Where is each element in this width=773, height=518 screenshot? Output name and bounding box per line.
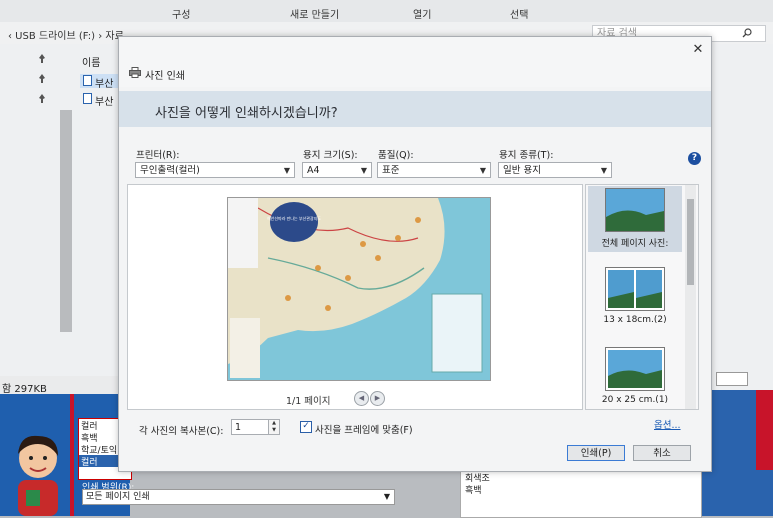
layout-13x18[interactable]: 13 x 18cm.(2) [592, 267, 678, 329]
explorer-ribbon: 구성 새로 만들기 열기 선택 [0, 0, 773, 22]
list-item[interactable]: 부산 [80, 74, 120, 90]
print-button[interactable]: 인쇄(P) [567, 445, 625, 461]
printer-label: 프린터(R): [136, 150, 180, 161]
fit-frame-label[interactable]: 사진을 프레임에 맞춤(F) [315, 422, 413, 436]
chevron-down-icon: ▼ [383, 492, 390, 501]
pin-icon [39, 94, 45, 103]
dialog-titlebar: ✕ 사진 인쇄 [119, 37, 711, 87]
layout-caption: 전체 페이지 사진: [601, 239, 669, 249]
ribbon-organize[interactable]: 구성 [172, 6, 190, 21]
printer-icon [129, 67, 141, 78]
stepper-down-icon[interactable]: ▼ [269, 427, 279, 434]
pin-icon [39, 74, 45, 83]
list-item[interactable]: 흑백 [461, 483, 701, 496]
stepper-up-icon[interactable]: ▲ [269, 420, 279, 427]
ribbon-new[interactable]: 새로 만들기 [290, 6, 339, 21]
printer-select[interactable]: 무인출력(컬러) ▼ [135, 162, 295, 178]
paper-size-select[interactable]: A4 ▼ [302, 162, 372, 178]
print-range-select[interactable]: 모든 페이지 인쇄 ▼ [82, 489, 395, 505]
character-illustration [18, 435, 58, 516]
search-icon[interactable] [742, 28, 752, 38]
scrollbar-thumb[interactable] [687, 199, 694, 285]
cancel-button[interactable]: 취소 [633, 445, 691, 461]
layout-full-page[interactable]: 전체 페이지 사진: [592, 188, 678, 252]
layout-thumbnail [605, 347, 665, 391]
preview-map-image: 해안선따라 만나는 부산관광지도 [227, 197, 491, 381]
help-icon[interactable]: ? [688, 152, 701, 165]
status-bar: 함 297KB [0, 376, 120, 395]
quality-select[interactable]: 표준 ▼ [377, 162, 491, 178]
list-item[interactable]: 회색조 [461, 471, 701, 484]
paper-size-label: 용지 크기(S): [303, 150, 358, 161]
status-size: 함 297KB [2, 384, 47, 395]
layout-thumbnail [605, 188, 665, 232]
layout-list[interactable]: 전체 페이지 사진: 13 x 18cm.(2) 20 x 25 cm.(1) [585, 184, 699, 410]
dialog-heading: 사진을 어떻게 인쇄하시겠습니까? [155, 106, 338, 121]
layout-caption: 13 x 18cm.(2) [603, 315, 667, 325]
ribbon-open[interactable]: 열기 [413, 6, 431, 21]
chevron-down-icon: ▼ [360, 166, 367, 175]
view-toggle[interactable] [716, 372, 748, 386]
details-pane [710, 44, 773, 390]
pin-icon [39, 54, 45, 63]
chevron-down-icon: ▼ [283, 166, 290, 175]
print-preview: 해안선따라 만나는 부산관광지도 1/1 페이지 ◀ ▶ [127, 184, 583, 410]
quality-label: 품질(Q): [378, 150, 414, 161]
grayscale-list[interactable]: 회색조 흑백 [460, 470, 702, 518]
navigation-pane: 이름 부산 부산 [0, 44, 120, 376]
scrollbar[interactable] [60, 110, 72, 332]
close-icon[interactable]: ✕ [691, 43, 705, 57]
copies-stepper[interactable]: ▲ ▼ [269, 419, 280, 435]
chevron-down-icon: ▼ [479, 166, 486, 175]
print-pictures-dialog: ✕ 사진 인쇄 사진을 어떻게 인쇄하시겠습니까? 프린터(R): 무인출력(컬… [118, 36, 712, 472]
next-page-button[interactable]: ▶ [370, 391, 385, 406]
options-link[interactable]: 옵션... [654, 417, 681, 431]
dialog-title: 사진 인쇄 [145, 71, 185, 82]
chevron-down-icon: ▼ [600, 166, 607, 175]
copies-label: 각 사진의 복사본(C): [139, 426, 224, 437]
column-header-name[interactable]: 이름 [82, 54, 100, 69]
layout-20x25[interactable]: 20 x 25 cm.(1) [592, 347, 678, 409]
fit-frame-checkbox[interactable]: ✓ [300, 421, 312, 433]
dialog-banner: 사진을 어떻게 인쇄하시겠습니까? [119, 91, 711, 127]
previous-page-button[interactable]: ◀ [354, 391, 369, 406]
map-title: 해안선따라 만나는 부산관광지도 [267, 215, 321, 221]
layout-thumbnail [605, 267, 665, 311]
page-indicator: 1/1 페이지 [286, 396, 331, 407]
address-path[interactable]: ‹ USB 드라이브 (F:) › 자료 [8, 27, 124, 42]
layout-caption: 20 x 25 cm.(1) [601, 395, 669, 405]
file-icon [83, 75, 92, 86]
list-item[interactable]: 부산 [80, 92, 120, 108]
file-icon [83, 93, 92, 104]
copies-input[interactable]: 1 [231, 419, 269, 435]
paper-type-label: 용지 종류(T): [499, 150, 554, 161]
paper-type-select[interactable]: 일반 용지 ▼ [498, 162, 612, 178]
ribbon-select[interactable]: 선택 [510, 6, 528, 21]
